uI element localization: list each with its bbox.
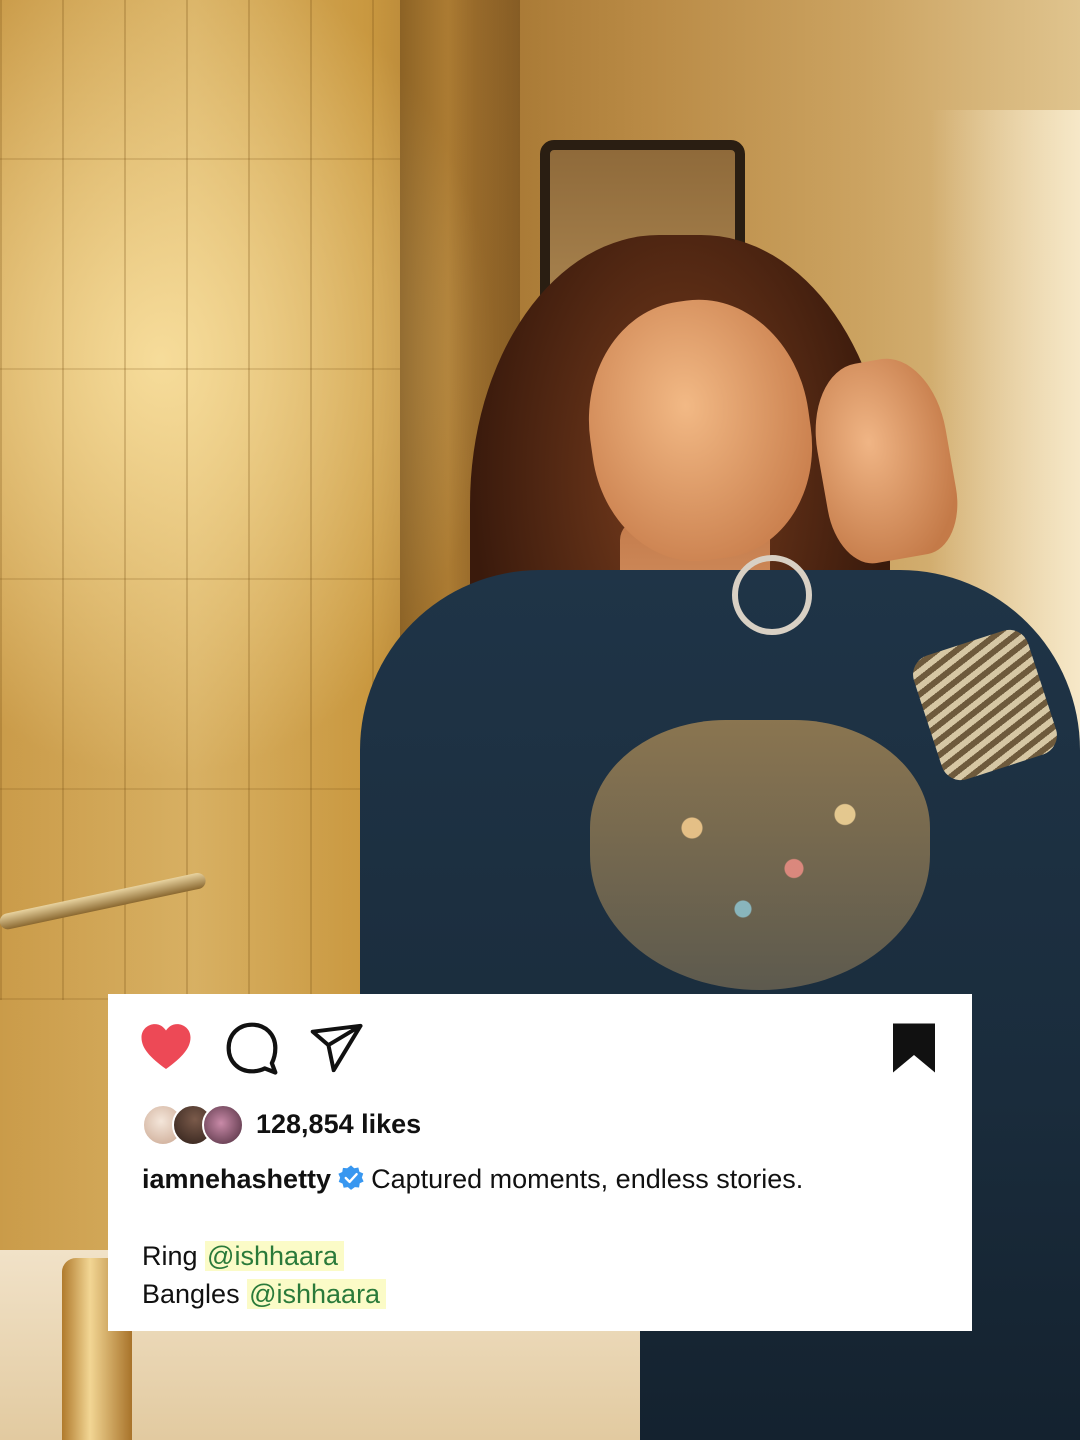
- caption: iamnehashetty Captured moments, endless …: [142, 1160, 942, 1198]
- mention-link[interactable]: @ishhaara: [247, 1279, 387, 1309]
- liker-avatars: [142, 1104, 250, 1146]
- action-bar: [108, 994, 972, 1104]
- tiled-wall: [0, 0, 400, 1000]
- mention-link[interactable]: @ishhaara: [205, 1241, 345, 1271]
- caption-text: Captured moments, endless stories.: [371, 1164, 804, 1194]
- send-icon[interactable]: [308, 1020, 364, 1076]
- heart-icon[interactable]: [138, 1020, 194, 1076]
- username-link[interactable]: iamnehashetty: [142, 1164, 331, 1194]
- comment-icon[interactable]: [224, 1020, 280, 1076]
- credit-label: Bangles: [142, 1279, 240, 1309]
- embroidered-blouse: [590, 720, 930, 990]
- likes-count[interactable]: 128,854 likes: [256, 1109, 421, 1140]
- post-info-card: 128,854 likes iamnehashetty Captured mom…: [108, 994, 972, 1331]
- likes-row: 128,854 likes: [142, 1102, 421, 1146]
- avatar[interactable]: [202, 1104, 244, 1146]
- credit-line-bangles: Bangles @ishhaara: [142, 1275, 387, 1313]
- hoop-earring: [732, 555, 812, 635]
- credit-line-ring: Ring @ishhaara: [142, 1237, 345, 1275]
- bookmark-icon[interactable]: [886, 1020, 942, 1076]
- verified-badge-icon: [338, 1165, 364, 1190]
- credit-label: Ring: [142, 1241, 198, 1271]
